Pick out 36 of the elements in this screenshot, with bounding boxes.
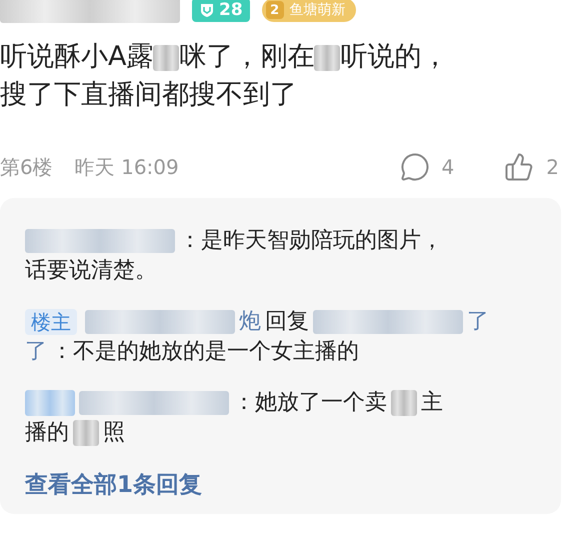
blur-redaction-icon [314, 44, 340, 71]
text: 照 [103, 419, 125, 447]
thumbs-up-icon [504, 152, 534, 182]
text: 听说酥小A露 [0, 41, 154, 72]
text: 听说的， [340, 41, 448, 72]
text: ：她放了一个卖 [233, 389, 387, 417]
blur-redaction-icon [25, 229, 175, 253]
fans-badge: 28 [192, 0, 250, 22]
blur-redaction-icon [25, 390, 75, 416]
text: 播的 [25, 419, 69, 447]
text: 话要说清楚。 [25, 257, 157, 285]
text: 搜了下直播间都搜不到了 [0, 79, 297, 110]
post-time: 昨天 16:09 [74, 154, 179, 180]
blur-redaction-icon [391, 390, 417, 416]
comment-icon [400, 152, 430, 182]
user-name[interactable]: 了 [25, 337, 47, 367]
blur-redaction-icon [79, 391, 229, 415]
floor-number: 第6楼 [0, 154, 53, 180]
blur-redaction-icon [73, 420, 99, 446]
blur-redaction-icon [153, 44, 180, 71]
view-all-replies-link[interactable]: 查看全部1条回复 [25, 469, 202, 500]
op-badge: 楼主 [25, 309, 77, 335]
text: 回复 [265, 308, 309, 336]
text: 主 [421, 389, 443, 417]
comment-count[interactable]: 4 [400, 152, 454, 182]
user-name[interactable]: 炮 [239, 307, 261, 337]
text: ：不是的她放的是一个女主播的 [51, 338, 359, 366]
user-name[interactable]: 了 [467, 307, 489, 337]
shield-icon [199, 2, 215, 18]
level-badge: 2 鱼塘萌新 [262, 0, 356, 22]
blur-redaction-icon [313, 310, 463, 334]
text: 咪了，刚在 [179, 41, 314, 72]
blur-redaction-icon [0, 0, 180, 23]
like-count[interactable]: 2 [504, 152, 559, 182]
blur-redaction-icon [85, 310, 235, 334]
text: ：是昨天智勋陪玩的图片， [179, 227, 443, 255]
